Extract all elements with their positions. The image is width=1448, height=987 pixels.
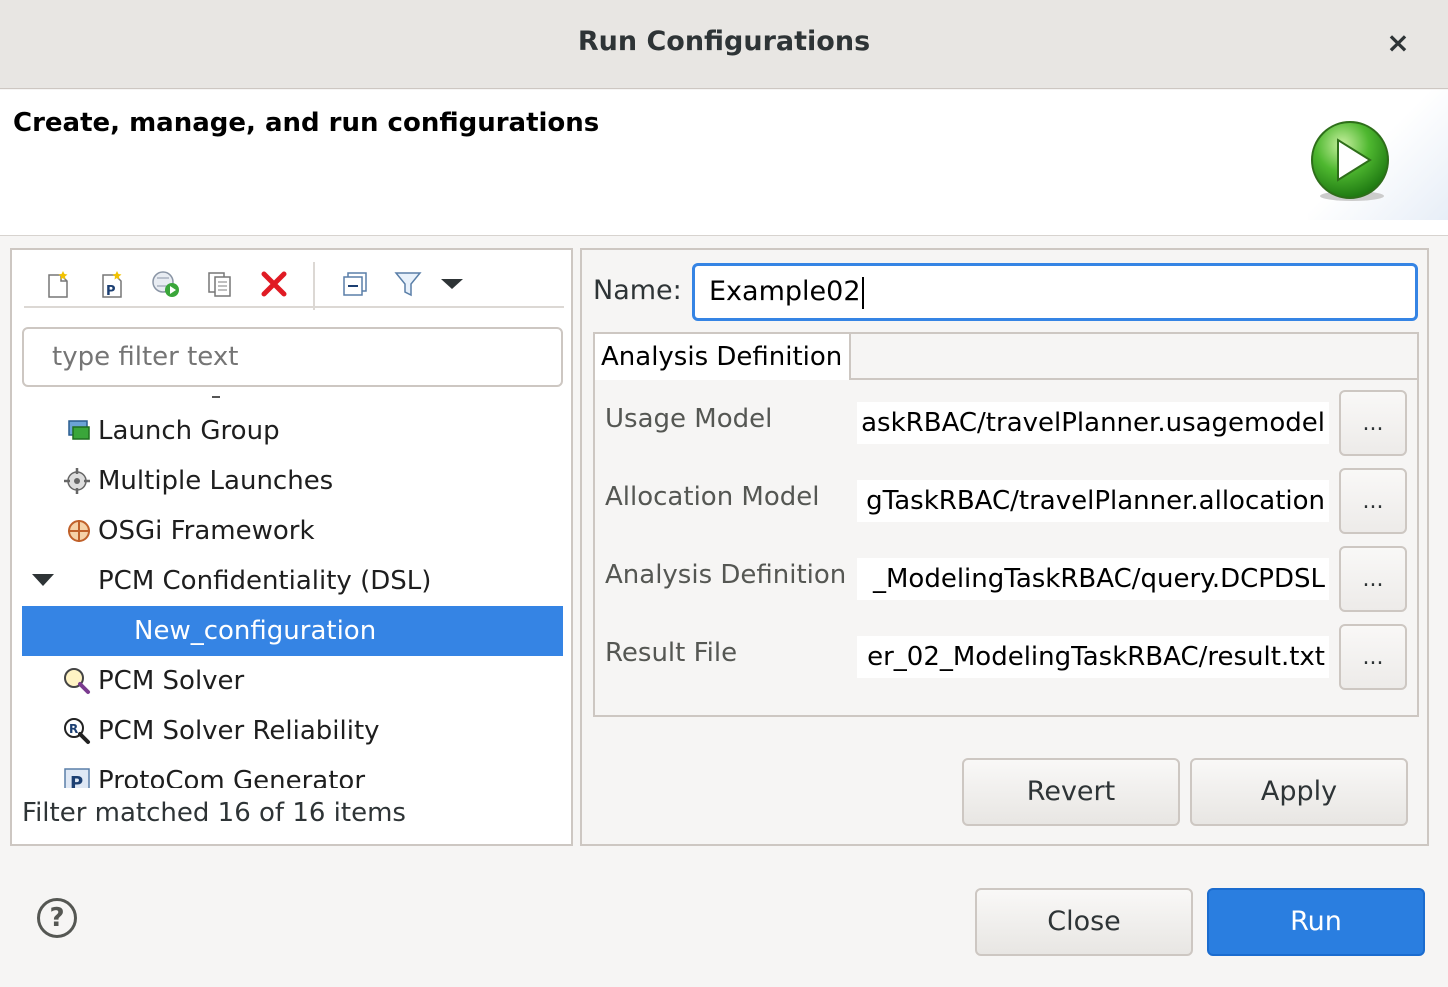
filter-status: Filter matched 16 of 16 items <box>22 798 406 828</box>
apply-button[interactable]: Apply <box>1190 758 1408 826</box>
collapse-all-icon <box>343 272 367 296</box>
protocom-icon: P <box>62 766 92 788</box>
tree-item-pcm-solver-reliability[interactable]: R PCM Solver Reliability <box>22 706 563 756</box>
duplicate-button[interactable] <box>202 266 238 302</box>
tree-item-launch-group[interactable]: Launch Group <box>22 406 563 456</box>
analysis-definition-row: Analysis Definition _ModelingTaskRBAC/qu… <box>595 546 1421 612</box>
allocation-model-value: gTaskRBAC/travelPlanner.allocation <box>866 486 1325 516</box>
name-field[interactable]: Example02 <box>692 263 1418 321</box>
view-menu-button[interactable] <box>434 266 470 302</box>
configuration-list-panel: P Launch Group <box>10 248 573 846</box>
tree-item-label: PCM Solver Reliability <box>98 716 380 746</box>
tree-item-multiple-launches[interactable]: Multiple Launches <box>22 456 563 506</box>
new-prototype-icon: P <box>102 271 122 299</box>
close-window-button[interactable]: × <box>1384 28 1412 58</box>
name-label: Name: <box>593 275 682 306</box>
close-button[interactable]: Close <box>975 888 1193 956</box>
revert-button[interactable]: Revert <box>962 758 1180 826</box>
usage-model-row: Usage Model askRBAC/travelPlanner.usagem… <box>595 390 1421 456</box>
tab-analysis-definition[interactable]: Analysis Definition <box>595 334 851 380</box>
allocation-model-row: Allocation Model gTaskRBAC/travelPlanner… <box>595 468 1421 534</box>
analysis-definition-label: Analysis Definition <box>605 560 847 590</box>
configuration-editor-panel: Name: Example02 Analysis Definition Usag… <box>580 248 1429 846</box>
result-file-label: Result File <box>605 638 738 668</box>
analysis-definition-field[interactable]: _ModelingTaskRBAC/query.DCPDSL <box>857 558 1329 600</box>
svg-text:P: P <box>106 284 116 299</box>
tree-item-pcm-solver[interactable]: PCM Solver <box>22 656 563 706</box>
osgi-icon <box>64 516 94 546</box>
name-value: Example02 <box>709 276 861 307</box>
usage-model-value: askRBAC/travelPlanner.usagemodel <box>861 408 1325 438</box>
toolbar-separator <box>313 262 315 310</box>
launch-toolbar: P <box>24 258 564 310</box>
svg-text:P: P <box>70 773 83 788</box>
tree-item-new-configuration[interactable]: New_configuration <box>22 606 563 656</box>
tree-item-label: New_configuration <box>134 616 377 646</box>
new-configuration-icon <box>48 271 68 298</box>
result-file-value: er_02_ModelingTaskRBAC/result.txt <box>867 642 1325 672</box>
delete-button[interactable] <box>256 266 292 302</box>
filter-icon <box>394 272 422 297</box>
text-caret <box>861 276 864 309</box>
tree-item-protocom-generator[interactable]: P ProtoCom Generator <box>22 756 563 788</box>
analysis-definition-value: _ModelingTaskRBAC/query.DCPDSL <box>872 564 1325 594</box>
allocation-model-label: Allocation Model <box>605 482 820 512</box>
allocation-model-field[interactable]: gTaskRBAC/travelPlanner.allocation <box>857 480 1329 522</box>
tree-item-label: Multiple Launches <box>98 466 334 496</box>
help-icon[interactable]: ? <box>37 898 77 938</box>
new-configuration-button[interactable] <box>40 266 76 302</box>
result-file-row: Result File er_02_ModelingTaskRBAC/resul… <box>595 624 1421 690</box>
tree-item-label: ProtoCom Generator <box>98 766 366 788</box>
tree-item-label: PCM Solver <box>98 666 245 696</box>
run-button[interactable]: Run <box>1207 888 1425 956</box>
delete-icon <box>261 271 287 297</box>
tab-divider <box>851 378 1417 380</box>
duplicate-icon <box>208 272 231 297</box>
title-bar: Run Configurations × <box>0 0 1448 89</box>
usage-model-field[interactable]: askRBAC/travelPlanner.usagemodel <box>857 402 1329 444</box>
chevron-down-icon[interactable] <box>32 574 54 586</box>
view-menu-icon <box>441 279 463 289</box>
multiple-launches-icon <box>62 466 92 496</box>
new-prototype-button[interactable]: P <box>94 266 130 302</box>
svg-text:R: R <box>69 722 78 736</box>
scrolled-item-fragment <box>212 392 220 398</box>
pcm-solver-icon <box>62 666 92 696</box>
result-file-field[interactable]: er_02_ModelingTaskRBAC/result.txt <box>857 636 1329 678</box>
dialog-header: Create, manage, and run configurations <box>0 90 1448 236</box>
collapse-all-button[interactable] <box>338 266 374 302</box>
tree-item-osgi-framework[interactable]: OSGi Framework <box>22 506 563 556</box>
launch-group-icon <box>64 416 94 446</box>
tree-item-label: OSGi Framework <box>98 516 315 546</box>
tab-folder: Analysis Definition Usage Model askRBAC/… <box>593 332 1419 717</box>
configuration-tree: Launch Group Multiple Launches OSGi Fram… <box>22 392 563 788</box>
run-icon <box>1311 121 1389 201</box>
window-title: Run Configurations <box>577 26 871 57</box>
pcm-reliability-icon: R <box>62 716 92 746</box>
export-button[interactable] <box>148 266 184 302</box>
allocation-model-browse-button[interactable]: ... <box>1339 468 1407 534</box>
usage-model-label: Usage Model <box>605 404 773 434</box>
result-file-browse-button[interactable]: ... <box>1339 624 1407 690</box>
tree-item-label: PCM Confidentiality (DSL) <box>98 566 432 596</box>
tree-item-label: Launch Group <box>98 416 280 446</box>
dialog-heading: Create, manage, and run configurations <box>13 108 600 138</box>
export-icon <box>152 271 179 297</box>
filter-input[interactable] <box>22 327 563 387</box>
analysis-definition-browse-button[interactable]: ... <box>1339 546 1407 612</box>
usage-model-browse-button[interactable]: ... <box>1339 390 1407 456</box>
tree-item-pcm-confidentiality[interactable]: PCM Confidentiality (DSL) <box>22 556 563 606</box>
filter-button[interactable] <box>390 266 426 302</box>
